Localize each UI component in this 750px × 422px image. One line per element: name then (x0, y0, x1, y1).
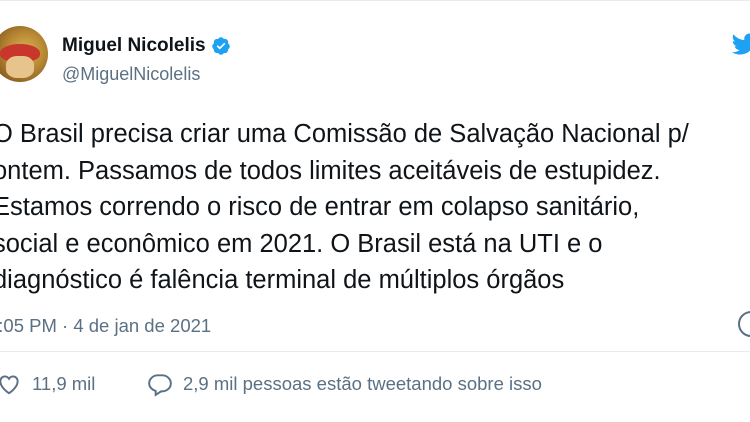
info-icon[interactable] (738, 311, 750, 337)
tweet-line: diagnóstico é falência terminal de múlti… (0, 266, 565, 294)
speech-bubble-icon (148, 374, 172, 397)
tweet-line: social e econômico em 2021. O Brasil est… (0, 229, 603, 258)
tweet-card: Miguel Nicolelis @MiguelNicolelis O Bras… (0, 0, 750, 422)
author-row: Miguel Nicolelis (62, 35, 231, 57)
tweet-line: Estamos correndo o risco de entrar em co… (0, 193, 640, 221)
verified-badge-icon (211, 37, 230, 55)
author-handle[interactable]: @MiguelNicolelis (62, 64, 200, 85)
tweet-timestamp[interactable]: 8:05 PM · 4 de jan de 2021 (0, 315, 211, 337)
author-name[interactable]: Miguel Nicolelis (62, 35, 206, 57)
tweet-line: ontem. Passamos de todos limites aceitáv… (0, 156, 661, 185)
divider (0, 351, 750, 352)
twitter-bird-icon[interactable] (730, 31, 750, 57)
reply-button[interactable]: 2,9 mil pessoas estão tweetando sobre is… (147, 371, 542, 397)
reply-count: 2,9 mil pessoas estão tweetando sobre is… (183, 373, 542, 394)
avatar[interactable] (0, 26, 48, 82)
tweet-body: O Brasil precisa criar uma Comissão de S… (0, 116, 750, 299)
action-bar: 11,9 mil 2,9 mil pessoas estão tweetando… (0, 371, 750, 401)
like-count: 11,9 mil (32, 373, 96, 394)
heart-icon (0, 375, 19, 395)
tweet-line: O Brasil precisa criar uma Comissão de S… (0, 120, 689, 148)
like-button[interactable]: 11,9 mil (0, 371, 95, 397)
